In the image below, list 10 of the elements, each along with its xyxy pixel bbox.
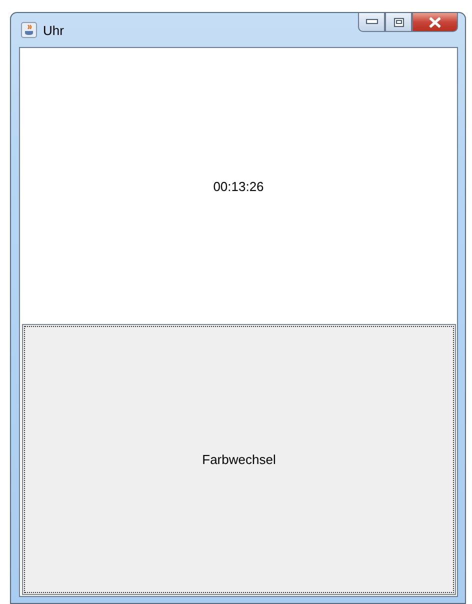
- close-icon: [428, 16, 442, 28]
- maximize-button[interactable]: [385, 13, 412, 32]
- coffee-cup-icon: [21, 22, 37, 38]
- time-label: 00:13:26: [213, 178, 264, 194]
- maximize-icon: [394, 18, 404, 26]
- window-title: Uhr: [43, 22, 64, 38]
- close-button[interactable]: [412, 13, 458, 32]
- minimize-button[interactable]: [358, 13, 385, 32]
- color-change-button[interactable]: Farbwechsel: [22, 324, 456, 595]
- minimize-icon: [366, 19, 378, 25]
